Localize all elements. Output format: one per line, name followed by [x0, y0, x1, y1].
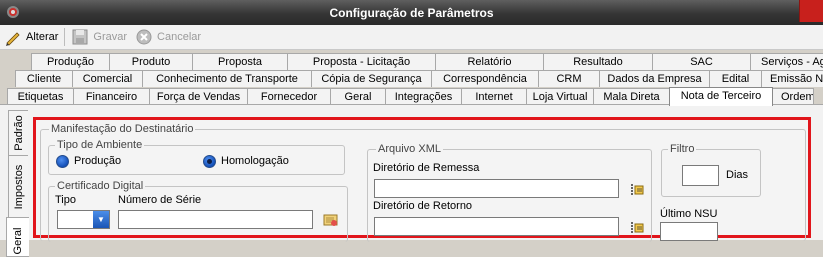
- tab-dados-empresa[interactable]: Dados da Empresa: [599, 70, 710, 87]
- tab-resultado[interactable]: Resultado: [543, 53, 653, 70]
- tab-fornecedor[interactable]: Fornecedor: [247, 88, 331, 105]
- tipo-ambiente-group: Tipo de Ambiente Produção Homologação: [48, 138, 345, 175]
- tab-crm[interactable]: CRM: [538, 70, 600, 87]
- tab-comercial[interactable]: Comercial: [72, 70, 143, 87]
- window-close-button[interactable]: [799, 0, 823, 22]
- window-titlebar: Configuração de Parâmetros: [0, 0, 823, 25]
- tab-produto[interactable]: Produto: [109, 53, 193, 70]
- radio-homologacao[interactable]: [203, 155, 216, 168]
- tab-etiquetas[interactable]: Etiquetas: [7, 88, 74, 105]
- tipo-label: Tipo: [55, 194, 76, 206]
- pencil-icon: [6, 32, 20, 46]
- highlight-frame: Manifestação do Destinatário Tipo de Amb…: [33, 117, 811, 242]
- tab-producao[interactable]: Produção: [31, 53, 110, 70]
- diretorio-retorno-label: Diretório de Retorno: [373, 200, 473, 212]
- tab-financeiro[interactable]: Financeiro: [73, 88, 150, 105]
- dias-input[interactable]: [682, 165, 719, 186]
- toolbar-separator: [64, 28, 66, 46]
- numero-serie-label: Número de Série: [118, 194, 202, 206]
- ultimo-nsu-label: Último NSU: [660, 208, 718, 220]
- tipo-ambiente-legend: Tipo de Ambiente: [55, 138, 145, 152]
- producao-label: Produção: [74, 155, 122, 167]
- filtro-legend: Filtro: [668, 142, 697, 156]
- folder-browse-retorno-icon[interactable]: [629, 220, 645, 236]
- tab-row-3: Etiquetas Financeiro Força de Vendas For…: [7, 87, 814, 106]
- sidetab-padrao-label: Padrão: [12, 115, 25, 151]
- tab-forca-vendas[interactable]: Força de Vendas: [149, 88, 248, 105]
- cancelar-label: Cancelar: [157, 31, 202, 43]
- numero-serie-input[interactable]: [118, 210, 313, 229]
- manifestacao-legend: Manifestação do Destinatário: [49, 122, 196, 136]
- tab-internet[interactable]: Internet: [461, 88, 527, 105]
- save-icon: [72, 29, 88, 45]
- certificado-group: Certificado Digital Tipo Número de Série…: [48, 179, 348, 242]
- tab-cliente[interactable]: Cliente: [15, 70, 73, 87]
- app-gear-icon: [7, 6, 19, 18]
- sidetab-geral-label: Geral: [12, 227, 24, 255]
- sidetab-impostos[interactable]: Impostos: [8, 155, 28, 218]
- tab-integracoes[interactable]: Integrações: [385, 88, 462, 105]
- cancel-icon: [136, 29, 152, 45]
- diretorio-retorno-input[interactable]: [374, 217, 619, 236]
- tab-correspondencia[interactable]: Correspondência: [431, 70, 539, 87]
- tab-servicos-agente[interactable]: Serviços - Agente: [750, 53, 823, 70]
- alterar-label: Alterar: [26, 31, 59, 43]
- chevron-down-icon[interactable]: ▼: [93, 211, 109, 228]
- gravar-label: Gravar: [93, 31, 128, 43]
- alterar-button[interactable]: Alterar: [0, 27, 62, 48]
- tab-mala-direta[interactable]: Mala Direta: [593, 88, 670, 105]
- diretorio-remessa-label: Diretório de Remessa: [373, 162, 480, 174]
- folder-browse-remessa-icon[interactable]: [629, 182, 645, 198]
- tipo-combo[interactable]: ▼: [57, 210, 110, 229]
- tab-edital[interactable]: Edital: [709, 70, 762, 87]
- tab-relatorio[interactable]: Relatório: [435, 53, 544, 70]
- tab-emissao[interactable]: Emissão N: [761, 70, 823, 87]
- sidetab-impostos-label: Impostos: [12, 164, 25, 209]
- window-title: Configuração de Parâmetros: [329, 5, 494, 20]
- gravar-button[interactable]: Gravar: [67, 27, 131, 48]
- radio-producao[interactable]: [56, 155, 69, 168]
- tab-nota-terceiro[interactable]: Nota de Terceiro: [669, 87, 773, 106]
- sidetab-padrao[interactable]: Padrão: [8, 110, 28, 156]
- tab-geral[interactable]: Geral: [330, 88, 386, 105]
- cancelar-button[interactable]: Cancelar: [131, 27, 205, 48]
- arquivo-xml-group: Arquivo XML Diretório de Remessa Diretór…: [367, 142, 652, 242]
- tab-proposta[interactable]: Proposta: [192, 53, 288, 70]
- certificado-legend: Certificado Digital: [55, 179, 146, 193]
- tab-loja-virtual[interactable]: Loja Virtual: [526, 88, 594, 105]
- tab-ordem[interactable]: Ordem de: [772, 88, 814, 105]
- sidetab-geral[interactable]: Geral: [6, 217, 29, 257]
- diretorio-remessa-input[interactable]: [374, 179, 619, 198]
- tab-copia-seguranca[interactable]: Cópia de Segurança: [311, 70, 432, 87]
- tab-proposta-licitacao[interactable]: Proposta - Licitação: [287, 53, 436, 70]
- toolbar: Alterar Gravar Cancelar: [0, 25, 823, 50]
- tab-row-2: Cliente Comercial Conhecimento de Transp…: [15, 70, 823, 87]
- homologacao-label: Homologação: [221, 155, 289, 167]
- arquivo-xml-legend: Arquivo XML: [376, 142, 443, 156]
- ultimo-nsu-input[interactable]: [660, 222, 718, 241]
- manifestacao-group: Manifestação do Destinatário Tipo de Amb…: [40, 122, 806, 242]
- tab-sac[interactable]: SAC: [652, 53, 751, 70]
- tab-row-1: Produção Produto Proposta Proposta - Lic…: [31, 53, 823, 70]
- dias-label: Dias: [726, 169, 749, 181]
- tab-conhecimento-transporte[interactable]: Conhecimento de Transporte: [142, 70, 312, 87]
- certificate-search-icon[interactable]: [323, 212, 339, 228]
- side-tabs: Padrão Impostos Geral: [6, 110, 29, 257]
- filtro-group: Filtro Dias: [661, 142, 761, 197]
